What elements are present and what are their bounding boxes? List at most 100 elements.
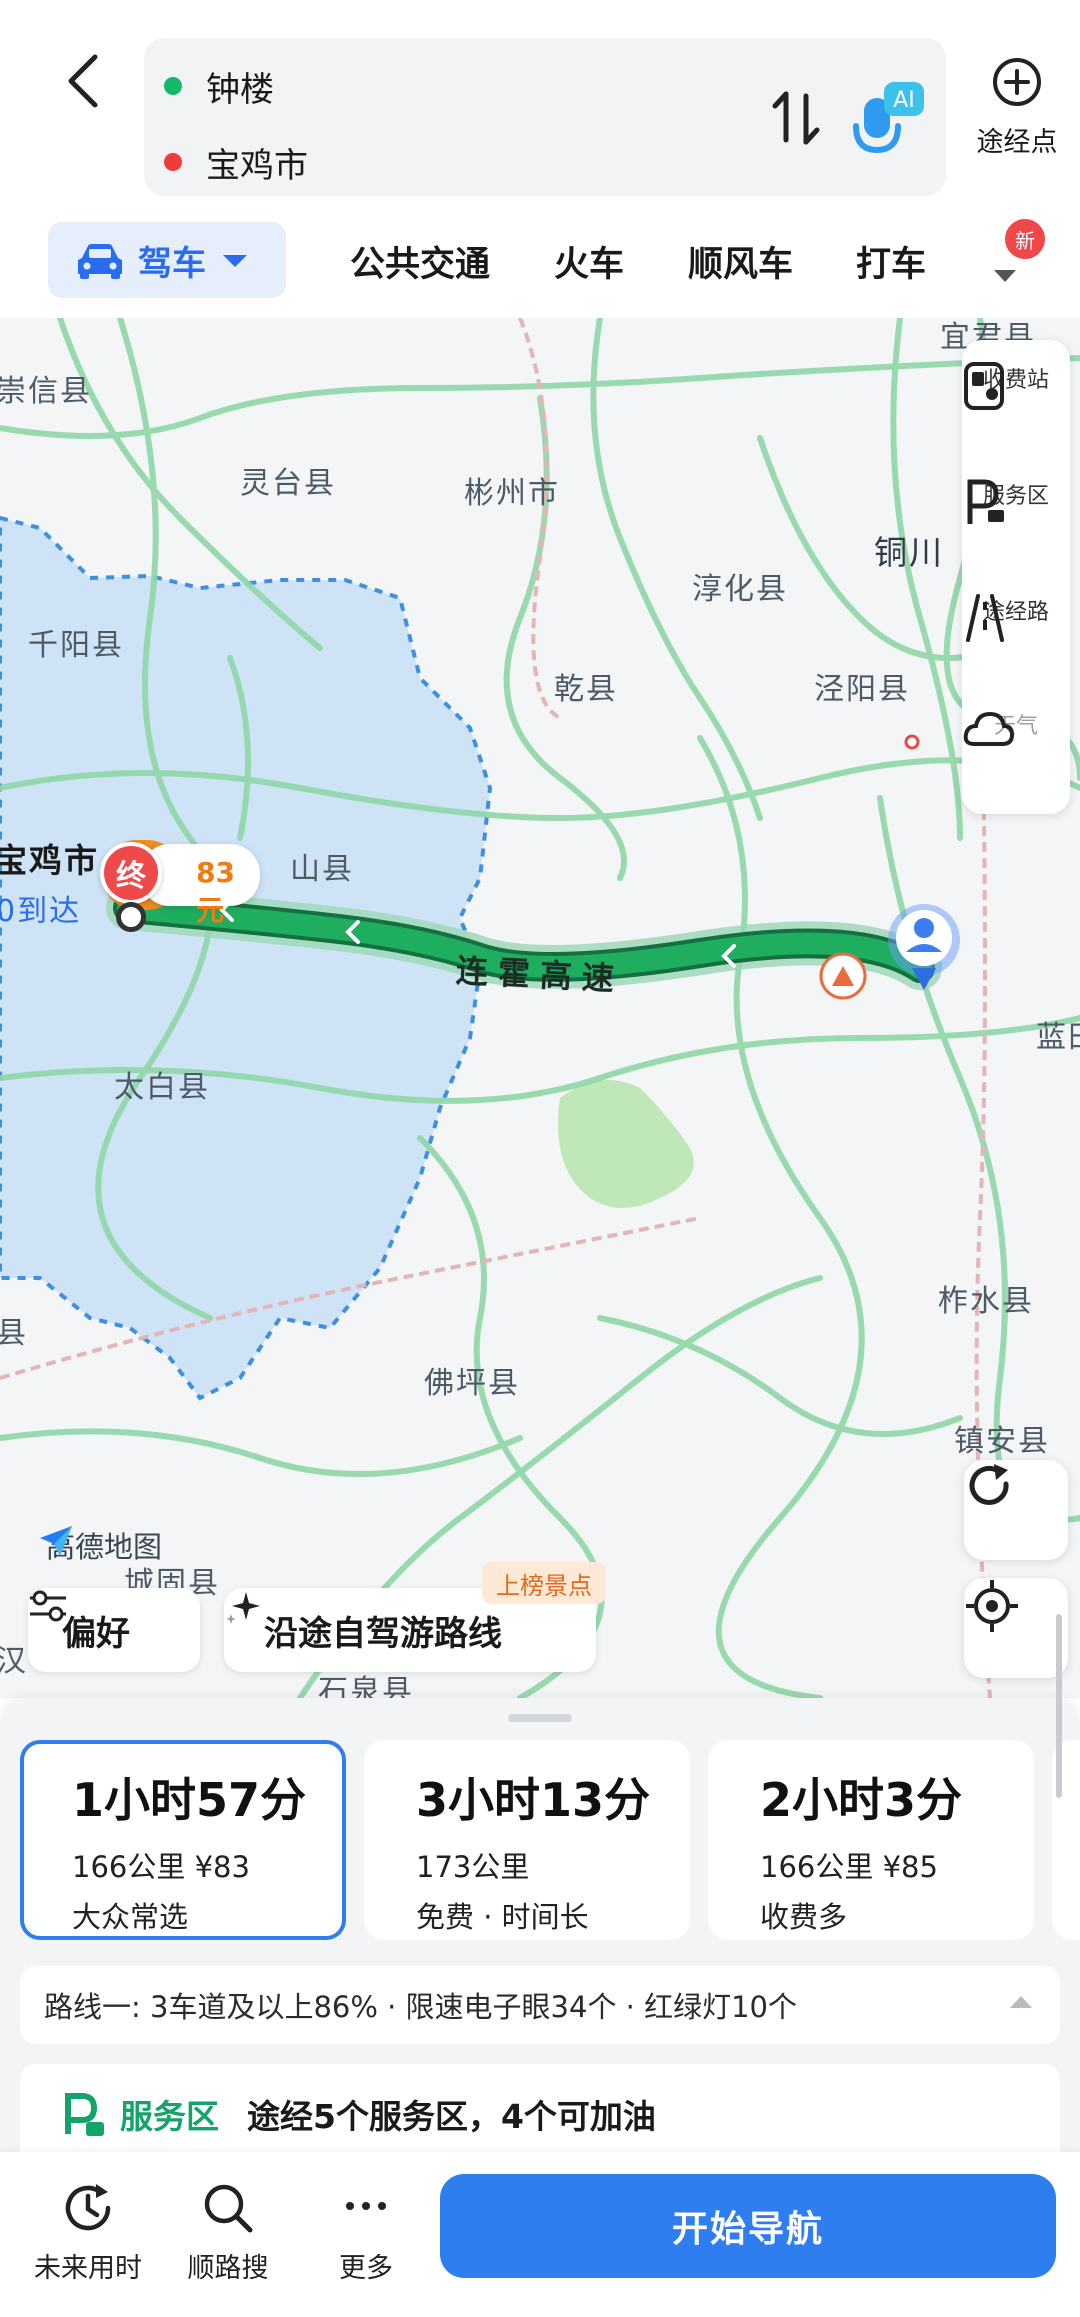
place-label: 镇安县 (954, 1424, 1050, 1459)
ai-microphone-icon: AI (853, 82, 924, 154)
more-button[interactable]: 更多 (296, 2180, 436, 2285)
start-navigation-button[interactable]: 开始导航 (440, 2174, 1056, 2278)
place-label: 铜川 (874, 533, 944, 572)
route-option-card[interactable]: 1小时57分 166公里 ¥83 大众常选 (20, 1740, 346, 1940)
refresh-button[interactable] (964, 1460, 1068, 1560)
place-label: 太白县 (114, 1070, 210, 1105)
locate-icon (966, 1580, 1018, 1632)
place-label: 县 (0, 1316, 28, 1351)
place-label-destination: 宝鸡市 (0, 841, 99, 880)
more-dots-icon (346, 2202, 386, 2210)
scrollbar[interactable] (1056, 1614, 1062, 1798)
route-duration: 1小时57分 (72, 1773, 307, 1827)
bottom-action-bar: 未来用时 顺路搜 更多 开始导航 (0, 2152, 1080, 2317)
clock-icon (65, 2184, 111, 2231)
map-tool-panel: 收费站 服务区 途经路 天气 (962, 340, 1070, 814)
end-point-text: 宝鸡市 (206, 145, 308, 186)
chevron-down-icon (223, 255, 247, 267)
end-point-row[interactable]: 宝鸡市 (164, 132, 308, 192)
park-area (558, 1080, 694, 1208)
collapse-caret-icon (1010, 1996, 1032, 2008)
tab-transit[interactable]: 公共交通 (350, 236, 490, 287)
header: 钟楼 宝鸡市 AI 途经点 驾车 公共交通 火车 顺风车 打车 新 (0, 0, 1080, 318)
destination-point-icon (116, 902, 146, 932)
arrival-time-label: 0到达 (0, 894, 82, 929)
future-time-label: 未来用时 (34, 2253, 142, 2284)
transport-mode-tabs: 驾车 公共交通 火车 顺风车 打车 (0, 218, 1080, 304)
locate-button[interactable] (964, 1578, 1068, 1678)
route-tag: 收费多 (760, 1900, 848, 1934)
back-button[interactable] (52, 50, 114, 112)
sparkle-icon (226, 1592, 260, 1624)
swap-route-button[interactable] (764, 86, 828, 150)
toll-station-icon (964, 362, 1004, 410)
tab-drive[interactable]: 驾车 (48, 222, 286, 298)
road-name-label: 连霍高速 (455, 951, 625, 999)
search-along-label: 顺路搜 (187, 2253, 269, 2284)
place-label: 柞水县 (938, 1284, 1034, 1319)
place-label: 汉 (0, 1644, 28, 1679)
destination-marker[interactable]: 终 (100, 842, 162, 904)
back-arrow-icon (68, 54, 98, 108)
start-point-text: 钟楼 (206, 69, 274, 110)
waypoint-label: 途经点 (976, 127, 1058, 158)
route-input-box: 钟楼 宝鸡市 AI (144, 38, 946, 196)
add-circle-icon (993, 58, 1041, 106)
toll-station-button[interactable]: 收费站 (962, 360, 1070, 476)
via-road-button[interactable]: 途经路 (962, 592, 1070, 708)
place-label: 彬州市 (464, 476, 560, 511)
refresh-icon (969, 1464, 1009, 1505)
route-option-card[interactable]: 2小时3分 166公里 ¥85 收费多 (708, 1740, 1034, 1940)
amap-logo-icon (40, 1526, 72, 1556)
end-dot-icon (164, 153, 182, 171)
settings-slider-icon (30, 1590, 66, 1622)
place-label: 乾县 (554, 672, 618, 707)
service-area-icon (967, 479, 1004, 524)
place-label: 佛坪县 (424, 1366, 520, 1401)
weather-icon (963, 711, 1014, 746)
route-distance-cost: 166公里 ¥85 (760, 1850, 938, 1884)
hot-spots-tag: 上榜景点 (482, 1562, 606, 1604)
service-area-title: 服务区 (120, 2097, 219, 2136)
route-tag: 大众常选 (72, 1900, 189, 1934)
weather-button[interactable]: 天气 (962, 706, 1070, 822)
route-summary-row[interactable]: 路线一: 3车道及以上86% · 限速电子眼34个 · 红绿灯10个 (20, 1966, 1060, 2044)
service-area-button[interactable]: 服务区 (962, 476, 1070, 592)
preference-button[interactable]: 偏好 (28, 1588, 200, 1672)
swap-icon (772, 91, 820, 145)
ai-voice-button[interactable]: AI (850, 76, 928, 166)
route-sheet: 1小时57分 166公里 ¥83 大众常选 3小时13分 173公里 免费 · … (0, 1698, 1080, 2164)
route-duration: 3小时13分 (416, 1773, 651, 1827)
route-duration: 2小时3分 (760, 1773, 963, 1827)
place-label: 蓝田 (1036, 1020, 1080, 1055)
toll-fee-value: 83元 (196, 856, 235, 927)
route-distance-cost: 173公里 (416, 1850, 530, 1884)
place-label: 山县 (290, 852, 354, 887)
place-label: 淳化县 (692, 572, 788, 607)
place-label: 灵台县 (240, 466, 336, 501)
via-road-icon (966, 594, 1004, 642)
car-icon (78, 244, 122, 279)
place-label: 千阳县 (28, 628, 124, 663)
map-view[interactable]: 崇信县 宜君县 灵台县 彬州市 淳化县 铜川 千阳县 乾县 泾阳县 宝鸡市 0到… (0, 318, 1080, 1698)
tab-drive-label: 驾车 (138, 243, 206, 284)
route-distance-cost: 166公里 ¥83 (72, 1850, 250, 1884)
place-label: 泾阳县 (814, 672, 910, 707)
future-time-button[interactable]: 未来用时 (18, 2180, 158, 2285)
ai-label: AI (893, 88, 915, 113)
search-icon (204, 2184, 253, 2233)
tab-carpool[interactable]: 顺风车 (688, 236, 793, 287)
add-waypoint-button[interactable]: 途经点 (962, 56, 1072, 176)
route-summary-text: 路线一: 3车道及以上86% · 限速电子眼34个 · 红绿灯10个 (44, 1990, 798, 2024)
amap-logo: 高德地图 (38, 1524, 162, 1566)
drag-handle[interactable] (508, 1714, 572, 1722)
more-label: 更多 (339, 2253, 393, 2284)
start-point-row[interactable]: 钟楼 (164, 56, 274, 116)
tongchuan-city-dot (904, 734, 920, 750)
map-canvas (0, 318, 1080, 1698)
route-option-card[interactable]: 3小时13分 173公里 免费 · 时间长 (364, 1740, 690, 1940)
tab-taxi[interactable]: 打车 (856, 236, 926, 287)
search-along-button[interactable]: 顺路搜 (158, 2180, 298, 2285)
service-area-row[interactable]: 服务区 途经5个服务区，4个可加油 (20, 2064, 1060, 2164)
tab-train[interactable]: 火车 (554, 236, 624, 287)
